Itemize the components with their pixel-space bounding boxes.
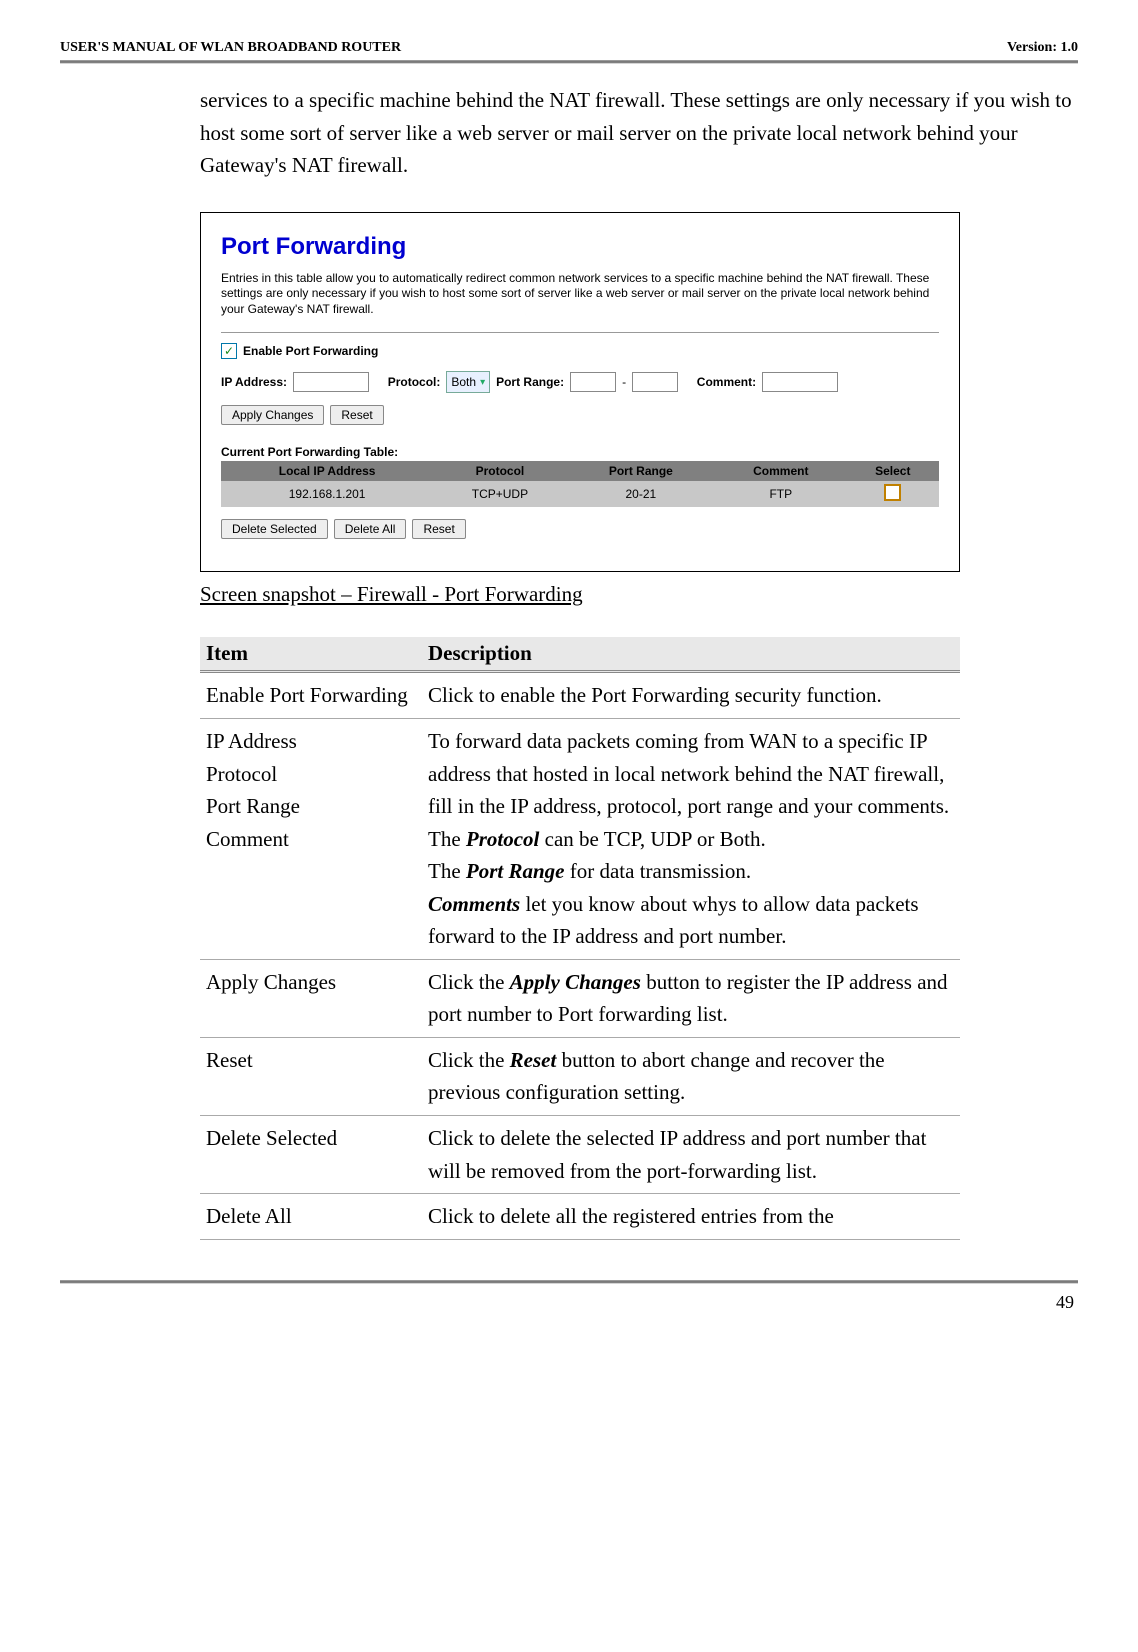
portrange-to-input[interactable]: [632, 372, 678, 392]
desc-header-row: Item Description: [200, 637, 960, 672]
desc-delsel: Click to delete the selected IP address …: [422, 1115, 960, 1193]
table-header-row: Local IP Address Protocol Port Range Com…: [221, 461, 939, 481]
desc-row-delall: Delete All Click to delete all the regis…: [200, 1194, 960, 1240]
col-protocol: Protocol: [433, 461, 566, 481]
page-number: 49: [60, 1292, 1078, 1313]
ip-input[interactable]: [293, 372, 369, 392]
cell-proto: TCP+UDP: [433, 481, 566, 507]
apply-changes-button[interactable]: Apply Changes: [221, 405, 324, 425]
button-row-1: Apply Changes Reset: [221, 405, 939, 425]
col-port-range: Port Range: [567, 461, 715, 481]
cell-comment: FTP: [715, 481, 846, 507]
ip-label: IP Address:: [221, 375, 287, 389]
panel-desc: Entries in this table allow you to autom…: [221, 271, 939, 318]
cell-ip: 192.168.1.201: [221, 481, 433, 507]
portrange-sep: -: [622, 375, 626, 389]
item-enable: Enable Port Forwarding: [200, 672, 422, 719]
intro-paragraph: services to a specific machine behind th…: [200, 84, 1078, 182]
button-row-2: Delete Selected Delete All Reset: [221, 519, 939, 539]
item-ipblock: IP Address Protocol Port Range Comment: [200, 718, 422, 959]
desc-header-desc: Description: [422, 637, 960, 672]
protocol-label: Protocol:: [388, 375, 441, 389]
table-row: 192.168.1.201 TCP+UDP 20-21 FTP: [221, 481, 939, 507]
reset-button-2[interactable]: Reset: [412, 519, 465, 539]
comment-label: Comment:: [697, 375, 756, 389]
reset-button[interactable]: Reset: [330, 405, 383, 425]
protocol-select[interactable]: Both ▾: [446, 371, 490, 393]
screenshot-caption: Screen snapshot – Firewall - Port Forwar…: [200, 582, 1078, 607]
col-local-ip: Local IP Address: [221, 461, 433, 481]
desc-apply: Click the Apply Changes button to regist…: [422, 959, 960, 1037]
table-title: Current Port Forwarding Table:: [221, 445, 939, 459]
desc-row-apply: Apply Changes Click the Apply Changes bu…: [200, 959, 960, 1037]
delete-selected-button[interactable]: Delete Selected: [221, 519, 328, 539]
enable-label: Enable Port Forwarding: [243, 344, 378, 358]
input-row: IP Address: Protocol: Both ▾ Port Range:…: [221, 371, 939, 393]
comment-input[interactable]: [762, 372, 838, 392]
item-delall: Delete All: [200, 1194, 422, 1240]
header-rule: [60, 60, 1078, 64]
header-left: USER'S MANUAL OF WLAN BROADBAND ROUTER: [60, 40, 401, 56]
delete-all-button[interactable]: Delete All: [334, 519, 407, 539]
description-table: Item Description Enable Port Forwarding …: [200, 637, 960, 1239]
footer-rule: [60, 1280, 1078, 1284]
cell-range: 20-21: [567, 481, 715, 507]
desc-row-enable: Enable Port Forwarding Click to enable t…: [200, 672, 960, 719]
enable-row: ✓ Enable Port Forwarding: [221, 343, 939, 359]
desc-enable: Click to enable the Port Forwarding secu…: [422, 672, 960, 719]
protocol-value: Both: [451, 375, 476, 389]
item-reset: Reset: [200, 1037, 422, 1115]
desc-delall: Click to delete all the registered entri…: [422, 1194, 960, 1240]
col-comment: Comment: [715, 461, 846, 481]
item-apply: Apply Changes: [200, 959, 422, 1037]
chevron-down-icon: ▾: [480, 377, 485, 388]
portrange-label: Port Range:: [496, 375, 564, 389]
desc-reset: Click the Reset button to abort change a…: [422, 1037, 960, 1115]
desc-row-reset: Reset Click the Reset button to abort ch…: [200, 1037, 960, 1115]
forwarding-table: Local IP Address Protocol Port Range Com…: [221, 461, 939, 507]
desc-header-item: Item: [200, 637, 422, 672]
desc-row-ipblock: IP Address Protocol Port Range Comment T…: [200, 718, 960, 959]
select-checkbox[interactable]: [884, 484, 901, 501]
port-forwarding-panel: Port Forwarding Entries in this table al…: [200, 212, 960, 573]
item-delsel: Delete Selected: [200, 1115, 422, 1193]
cell-select: [847, 481, 939, 507]
desc-row-delsel: Delete Selected Click to delete the sele…: [200, 1115, 960, 1193]
panel-divider: [221, 332, 939, 333]
panel-title: Port Forwarding: [221, 233, 939, 261]
header-right: Version: 1.0: [1007, 40, 1078, 56]
enable-checkbox[interactable]: ✓: [221, 343, 237, 359]
col-select: Select: [847, 461, 939, 481]
portrange-from-input[interactable]: [570, 372, 616, 392]
desc-ipblock: To forward data packets coming from WAN …: [422, 718, 960, 959]
